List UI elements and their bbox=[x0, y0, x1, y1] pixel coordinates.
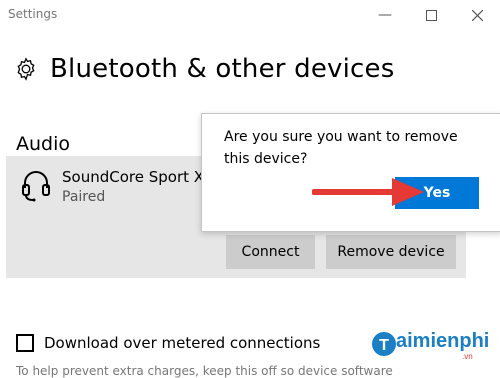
device-status: Paired bbox=[62, 189, 106, 205]
window-title: Settings bbox=[8, 7, 58, 21]
remove-device-button[interactable]: Remove device bbox=[326, 235, 456, 269]
red-arrow-icon bbox=[312, 178, 424, 206]
close-button[interactable] bbox=[454, 0, 500, 30]
maximize-button[interactable] bbox=[408, 0, 454, 30]
maximize-icon bbox=[425, 9, 437, 21]
page-title: Bluetooth & other devices bbox=[50, 54, 395, 84]
minimize-button[interactable]: — bbox=[362, 0, 408, 30]
svg-text:T: T bbox=[379, 337, 389, 354]
section-title-audio: Audio bbox=[16, 133, 71, 155]
watermark-text: aimienphi bbox=[396, 330, 490, 352]
dialog-message: Are you sure you want to remove this dev… bbox=[224, 129, 458, 167]
metered-description: To help prevent extra charges, keep this… bbox=[16, 364, 393, 378]
metered-option[interactable]: Download over metered connections bbox=[16, 334, 320, 352]
watermark-domain: .vn bbox=[462, 352, 473, 361]
page-header: Bluetooth & other devices bbox=[14, 54, 395, 84]
metered-label: Download over metered connections bbox=[44, 334, 321, 352]
metered-checkbox[interactable] bbox=[16, 334, 34, 352]
title-bar: Settings — bbox=[0, 0, 500, 30]
watermark: T aimienphi .vn bbox=[370, 326, 500, 371]
minimize-icon: — bbox=[378, 7, 392, 23]
headset-icon bbox=[22, 171, 50, 202]
watermark-logo-icon: T bbox=[372, 332, 396, 356]
gear-icon bbox=[17, 57, 35, 81]
close-icon bbox=[471, 9, 483, 21]
connect-button[interactable]: Connect bbox=[226, 235, 315, 269]
device-name: SoundCore Sport XL bbox=[62, 168, 213, 186]
